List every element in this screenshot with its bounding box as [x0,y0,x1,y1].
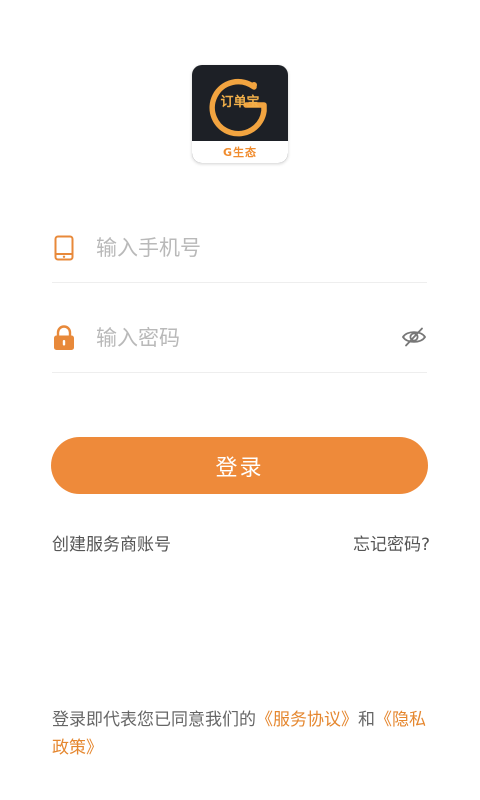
eye-off-icon[interactable] [401,326,427,348]
phone-input[interactable] [96,228,396,268]
agreement-prefix: 登录即代表您已同意我们的 [52,710,256,730]
password-input[interactable] [96,318,396,358]
phone-icon [52,234,76,262]
password-field-row [52,318,427,373]
logo-g-icon: 订单宝 [209,78,267,137]
agreement-text: 登录即代表您已同意我们的《服务协议》和《隐私政策》 [52,706,432,762]
lock-icon [52,324,76,352]
forgot-password-link[interactable]: 忘记密码? [353,530,430,555]
login-button[interactable]: 登录 [51,437,428,494]
logo-brand-text: 订单宝 [220,94,259,110]
service-agreement-link[interactable]: 《服务协议》 [256,710,358,730]
phone-field-row [52,228,427,283]
agreement-conjunction: 和 [358,710,375,730]
logo-strip-label: G生态 [192,141,288,163]
create-account-link[interactable]: 创建服务商账号 [52,530,171,555]
app-logo: 订单宝 G生态 [192,65,288,163]
